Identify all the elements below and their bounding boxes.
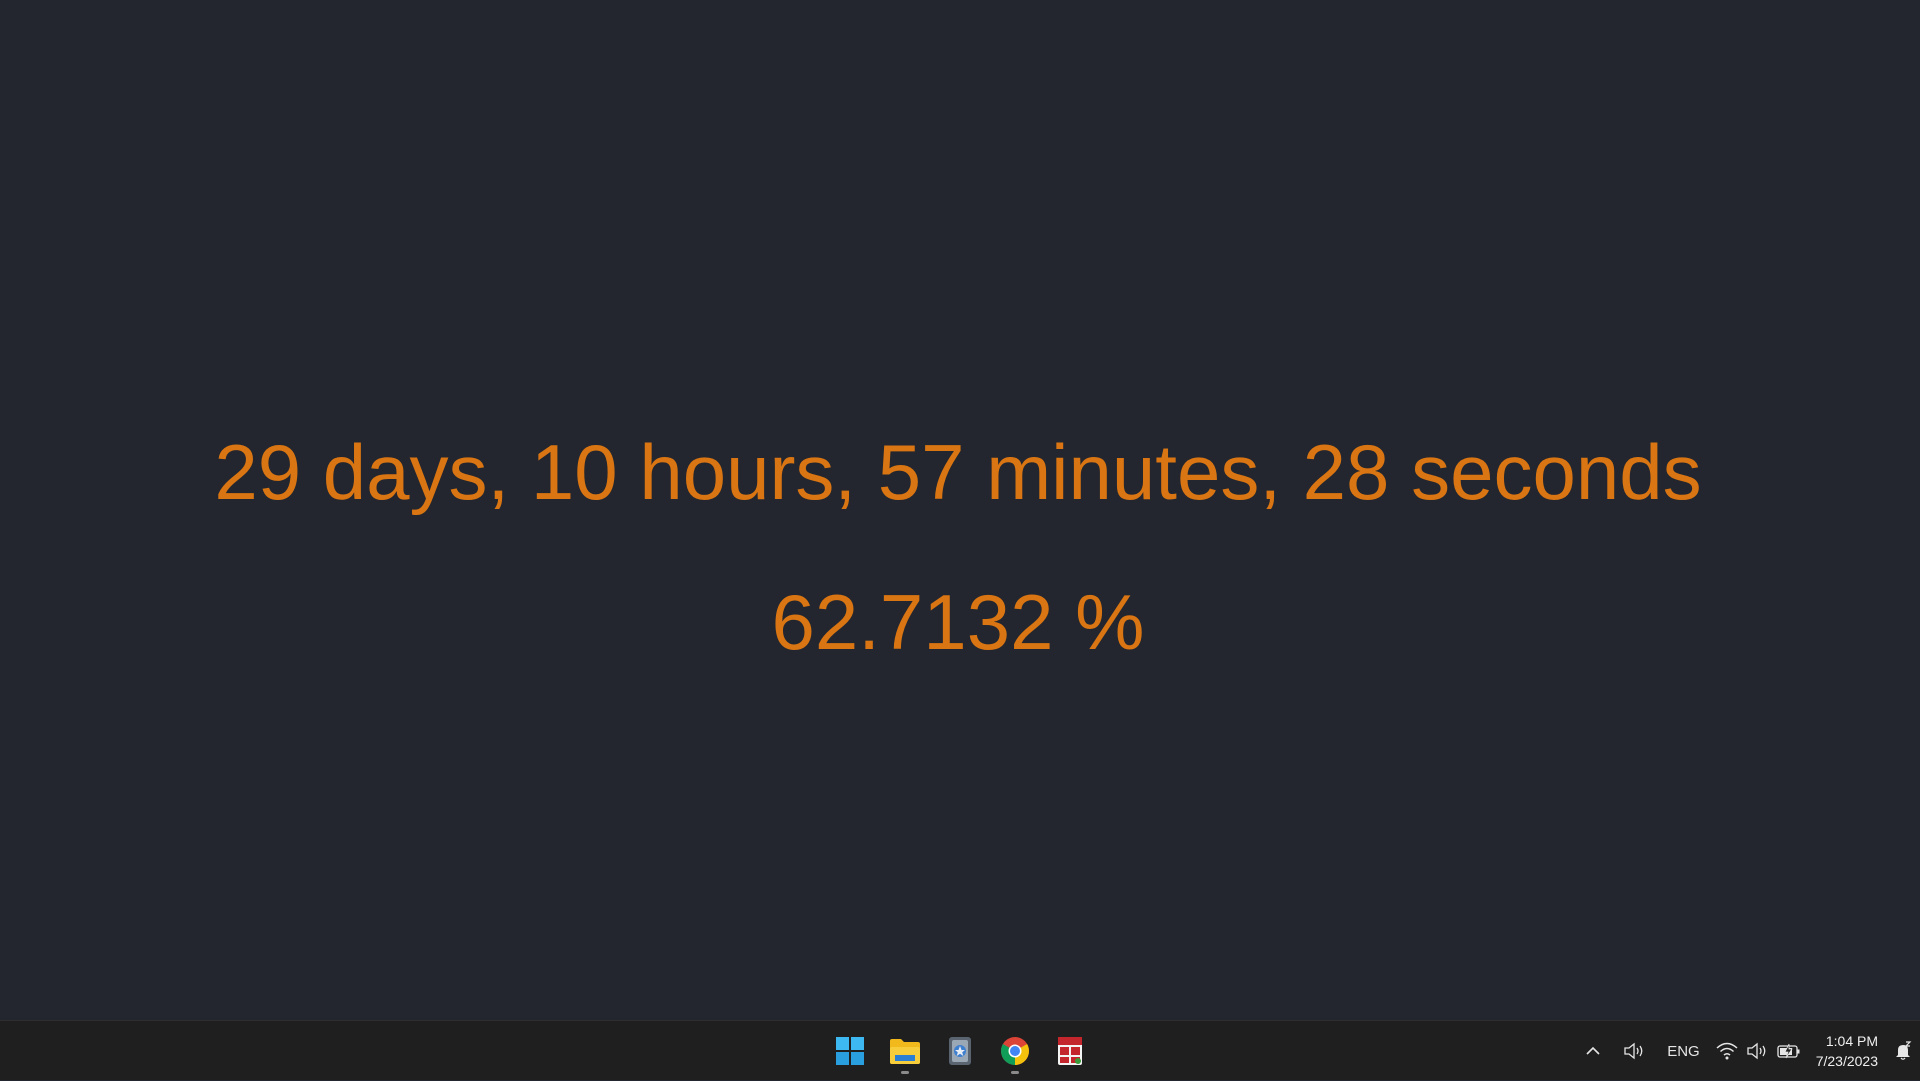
- tray-volume-button[interactable]: [1742, 1031, 1772, 1071]
- notification-center-button[interactable]: [1886, 1031, 1920, 1071]
- tray-speaker-button[interactable]: [1615, 1031, 1655, 1071]
- start-button[interactable]: [822, 1027, 877, 1075]
- desktop-background: 29 days, 10 hours, 57 minutes, 28 second…: [0, 0, 1920, 1020]
- tray-battery-button[interactable]: [1772, 1031, 1806, 1071]
- battery-charging-icon: [1777, 1043, 1800, 1059]
- shield-app-icon: [1057, 1037, 1082, 1065]
- taskbar-file-explorer[interactable]: [877, 1027, 932, 1075]
- taskbar-app-two[interactable]: [932, 1027, 987, 1075]
- countdown-percent: 62.7132 %: [771, 578, 1145, 666]
- windows-logo-icon: [835, 1037, 864, 1065]
- chrome-icon: [1000, 1037, 1029, 1065]
- tray-overflow-button[interactable]: [1571, 1031, 1615, 1071]
- running-indicator: [1010, 1071, 1019, 1074]
- tray-network-button[interactable]: [1712, 1031, 1742, 1071]
- system-tray: ENG 1:04 PM 7/23/2023: [1571, 1021, 1920, 1081]
- taskbar: ENG 1:04 PM 7/23/2023: [0, 1020, 1920, 1080]
- taskbar-chrome[interactable]: [987, 1027, 1042, 1075]
- folder-icon: [889, 1039, 920, 1064]
- clock-date: 7/23/2023: [1815, 1053, 1878, 1069]
- running-indicator: [900, 1071, 909, 1074]
- speaker-icon: [1624, 1042, 1643, 1060]
- taskbar-clock[interactable]: 1:04 PM 7/23/2023: [1806, 1031, 1886, 1071]
- volume-icon: [1747, 1042, 1766, 1060]
- wifi-icon: [1716, 1042, 1738, 1060]
- taskbar-app-four[interactable]: [1042, 1027, 1097, 1075]
- notification-bell-icon: [1896, 1041, 1912, 1060]
- clock-time: 1:04 PM: [1825, 1033, 1878, 1049]
- taskbar-apps: [822, 1021, 1097, 1081]
- countdown-time-remaining: 29 days, 10 hours, 57 minutes, 28 second…: [214, 428, 1702, 516]
- chevron-up-icon: [1586, 1046, 1600, 1055]
- app-tile-icon: [948, 1037, 971, 1065]
- tray-language-indicator[interactable]: ENG: [1655, 1031, 1712, 1071]
